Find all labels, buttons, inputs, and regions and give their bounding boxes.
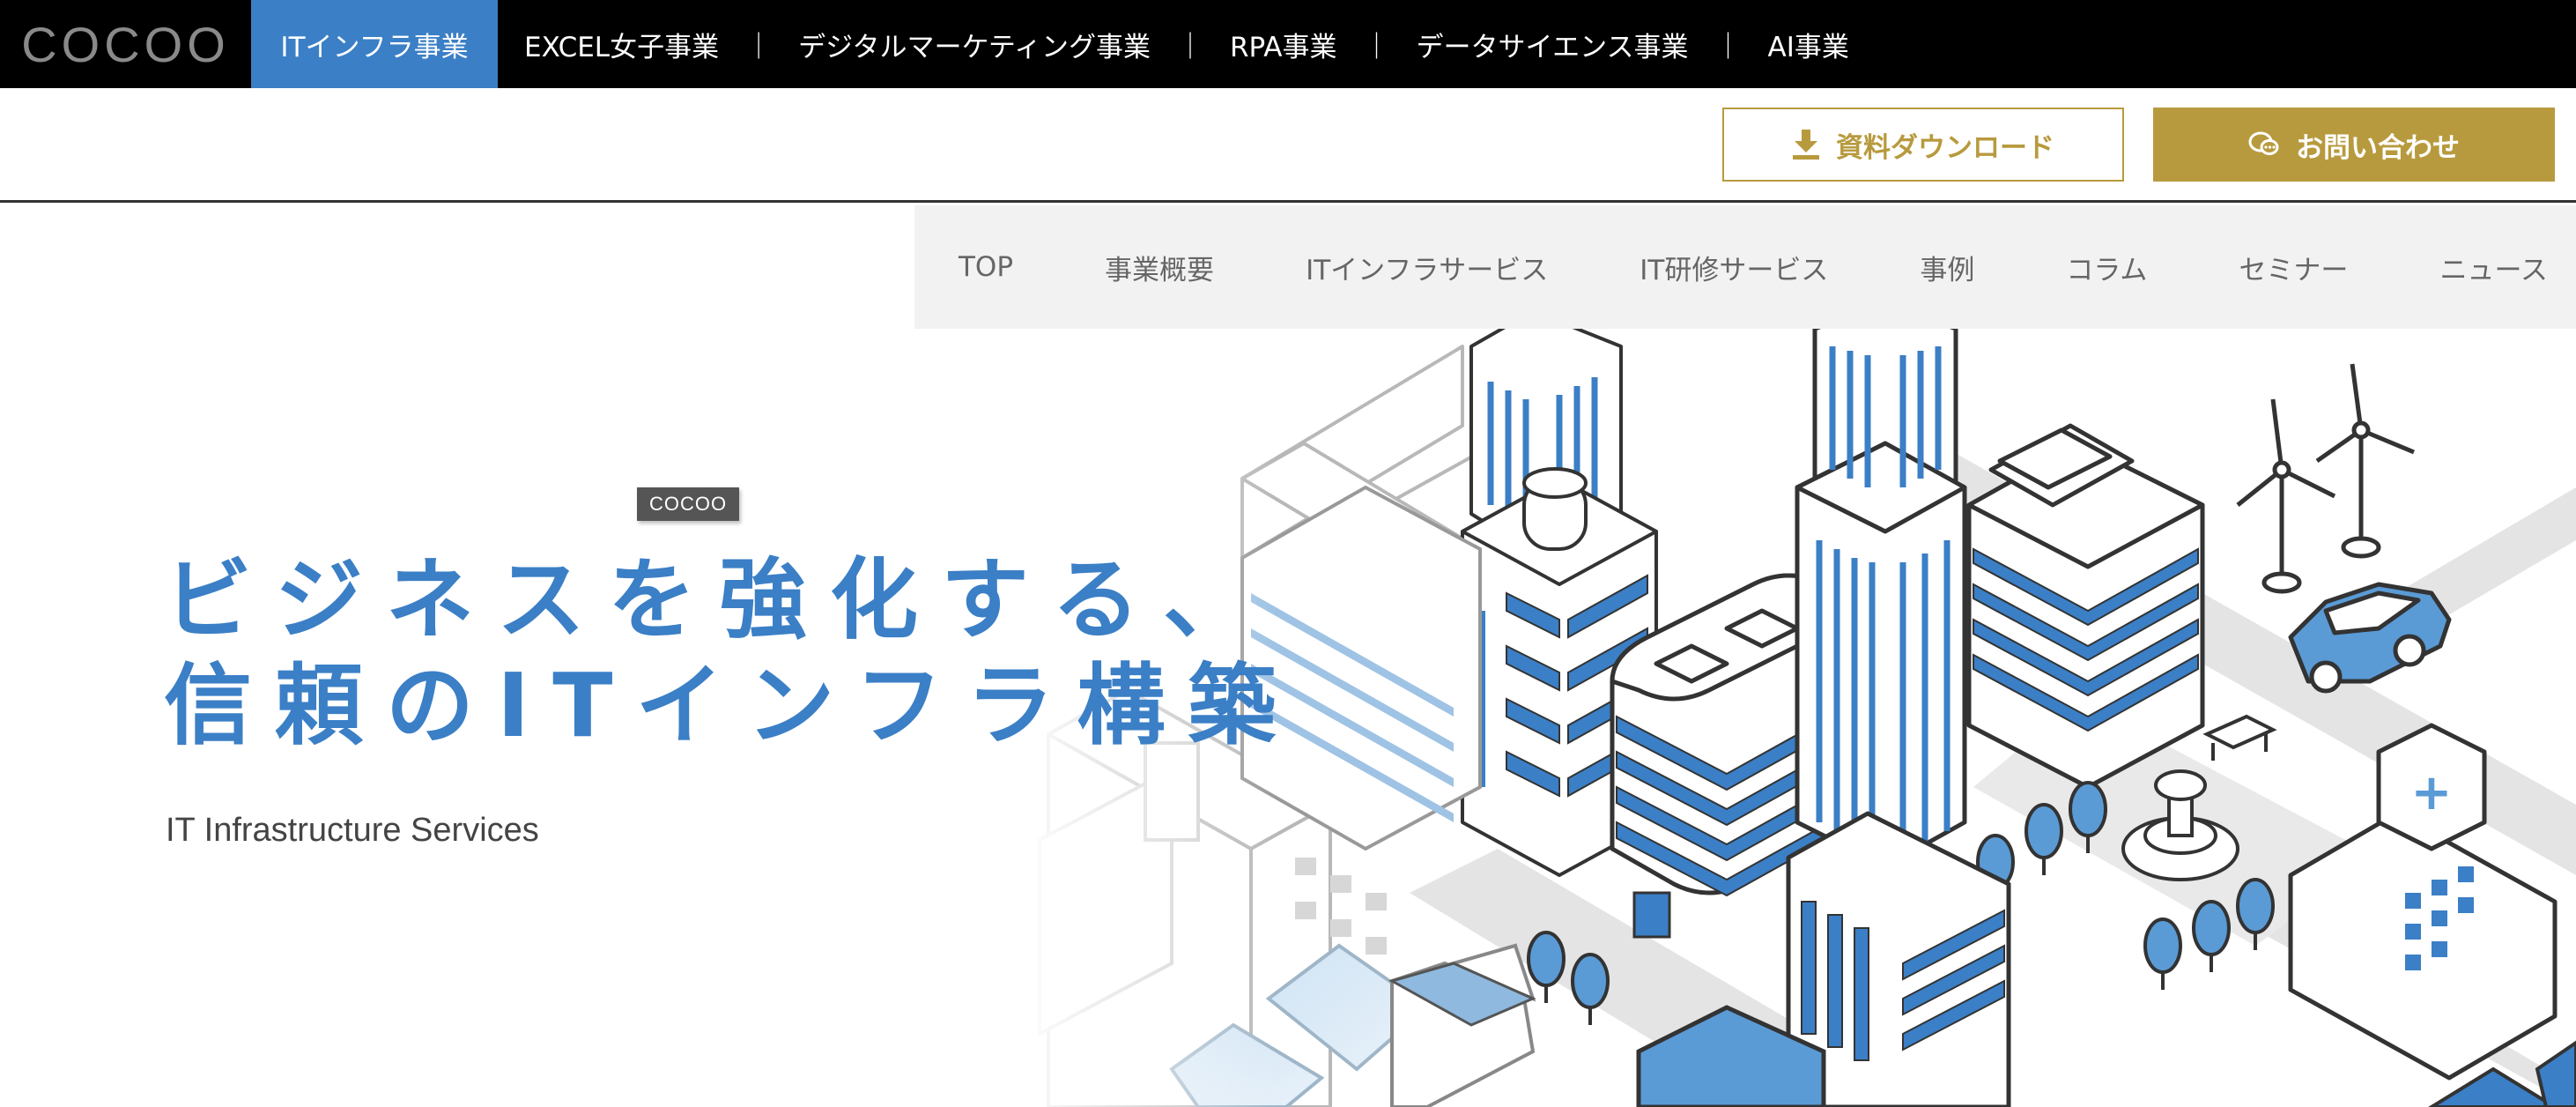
subnav-item-it-training[interactable]: IT研修サービス (1640, 248, 1828, 287)
svg-text:+: + (2411, 764, 2453, 821)
contact-button[interactable]: お問い合わせ (2153, 108, 2555, 182)
hero-subtitle: IT Infrastructure Services (166, 812, 539, 849)
headline-line-2: 信頼のITインフラ構築 (164, 654, 1299, 757)
sub-navigation: TOP 事業概要 ITインフラサービス IT研修サービス 事例 コラム セミナー… (914, 205, 2576, 329)
contact-label: お問い合わせ (2296, 131, 2460, 164)
hero-headline: ビジネスを強化する、 信頼のITインフラ構築 (164, 547, 1299, 759)
download-icon (1792, 130, 1820, 160)
subnav-item-column[interactable]: コラム (2066, 248, 2147, 287)
subnav-item-top[interactable]: TOP (959, 251, 1013, 283)
tab-it-infra[interactable]: ITインフラ事業 (251, 0, 498, 88)
tab-digital-marketing[interactable]: デジタルマーケティング事業 (772, 0, 1177, 88)
headline-line-1: ビジネスを強化する、 (164, 548, 1274, 651)
download-button[interactable]: 資料ダウンロード (1722, 108, 2124, 182)
business-nav-bar: COCOO ITインフラ事業 EXCEL女子事業 ｜ デジタルマーケティング事業… (0, 0, 2576, 88)
tab-data-science[interactable]: データサイエンス事業 (1389, 0, 1714, 88)
action-row: 資料ダウンロード お問い合わせ (0, 88, 2576, 203)
subnav-item-cases[interactable]: 事例 (1920, 248, 1974, 287)
subnav-item-seminar[interactable]: セミナー (2239, 248, 2348, 287)
subnav-item-news[interactable]: ニュース (2439, 248, 2547, 287)
cocoo-logo[interactable]: COCOO (0, 0, 251, 88)
tab-rpa[interactable]: RPA事業 (1203, 0, 1363, 88)
tab-ai[interactable]: AI事業 (1742, 0, 1876, 88)
tab-excel-joshi[interactable]: EXCEL女子事業 (498, 0, 745, 88)
tab-separator: ｜ (1363, 32, 1390, 63)
tab-separator: ｜ (745, 32, 773, 63)
business-tabs: ITインフラ事業 EXCEL女子事業 ｜ デジタルマーケティング事業 ｜ RPA… (251, 0, 1876, 88)
tab-separator: ｜ (1176, 32, 1203, 63)
download-label: 資料ダウンロード (1836, 131, 2054, 164)
chat-bubble-icon (2248, 130, 2280, 159)
subnav-item-it-infra-service[interactable]: ITインフラサービス (1306, 248, 1548, 287)
hero-section: + COCOO ビジネスを強化する、 信頼のITインフラ構築 IT Infras… (0, 329, 2576, 1107)
subnav-item-overview[interactable]: 事業概要 (1105, 248, 1214, 287)
cocoo-badge: COCOO (637, 487, 740, 521)
tab-separator: ｜ (1714, 32, 1742, 63)
